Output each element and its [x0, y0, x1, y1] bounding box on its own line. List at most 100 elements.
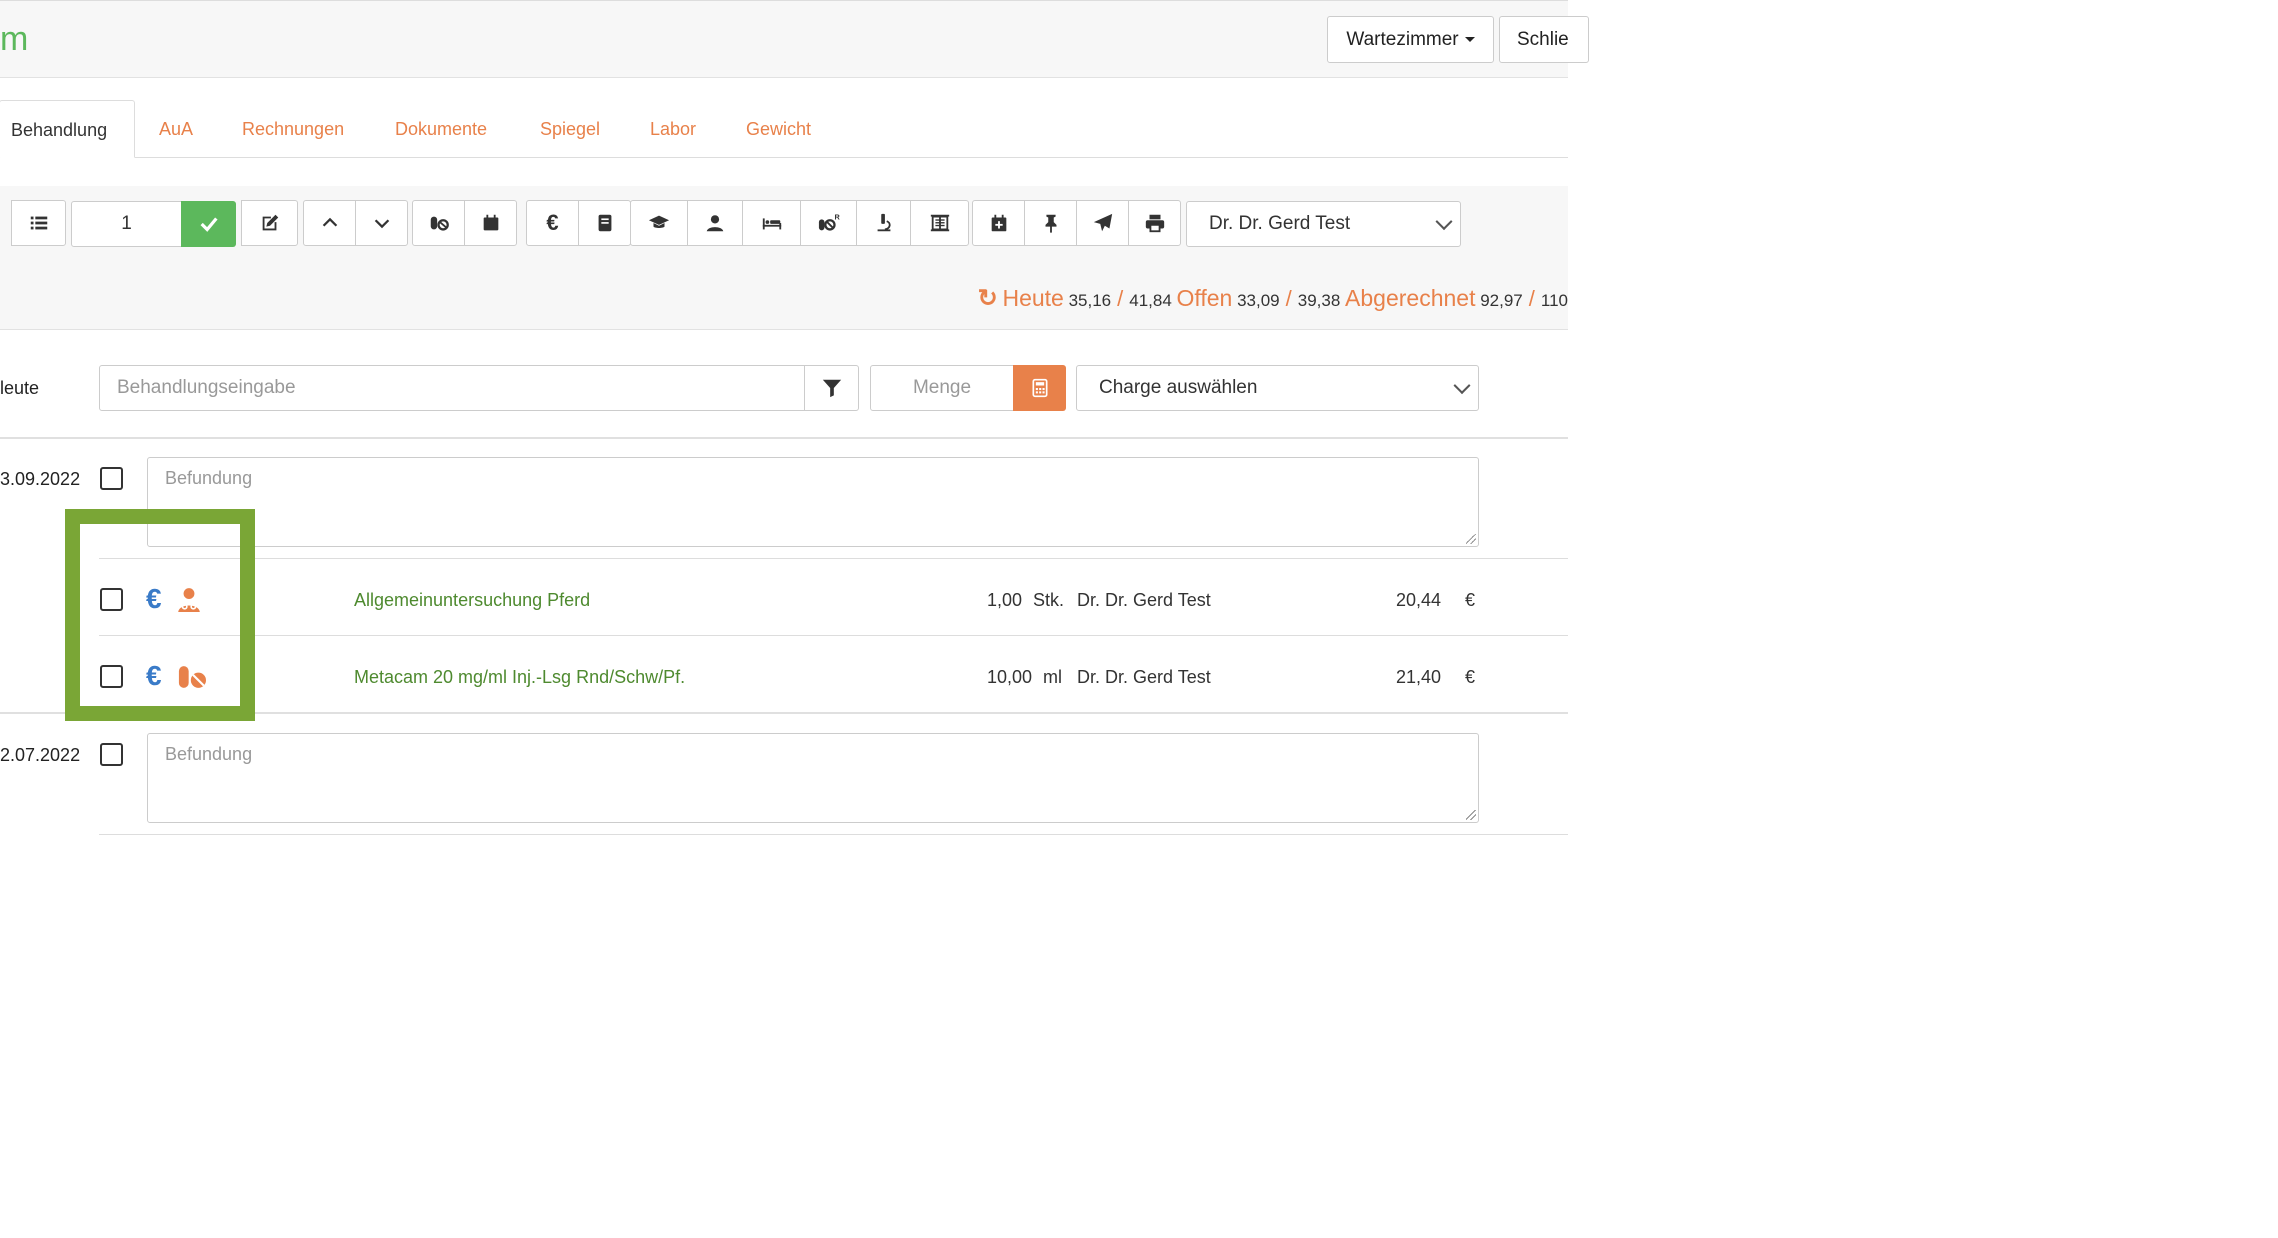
- book-icon: [598, 214, 611, 232]
- book-button[interactable]: [578, 200, 631, 246]
- toolbar-group-misc: R: [630, 200, 969, 248]
- calendar-plus-icon: [991, 214, 1006, 232]
- tab-labor[interactable]: Labor: [650, 100, 696, 158]
- toolbar-group-edit: [241, 200, 298, 248]
- doctor-select-value: Dr. Dr. Gerd Test: [1209, 213, 1351, 234]
- confirm-button[interactable]: [181, 201, 236, 247]
- tab-gewicht[interactable]: Gewicht: [746, 100, 811, 158]
- list-icon: [30, 216, 47, 230]
- charge-select-value: Charge auswählen: [1099, 377, 1258, 398]
- tab-spiegel[interactable]: Spiegel: [540, 100, 600, 158]
- prescription-button[interactable]: R: [800, 200, 857, 246]
- item-unit: ml: [1043, 667, 1062, 687]
- chevron-up-icon: [322, 217, 337, 227]
- tab-dokumente[interactable]: Dokumente: [395, 100, 487, 158]
- calendar-button[interactable]: [464, 200, 517, 246]
- quantity-input[interactable]: Menge: [870, 365, 1014, 411]
- record-date: 2.07.2022: [0, 745, 81, 765]
- record-checkbox[interactable]: [100, 743, 123, 766]
- print-button[interactable]: [1128, 200, 1181, 246]
- check-icon: [200, 217, 218, 232]
- divider: [99, 635, 1568, 636]
- microscope-icon: [877, 213, 891, 232]
- heute-value-a: 35,16: [1068, 291, 1112, 310]
- filter-icon: [822, 379, 841, 398]
- xray-button[interactable]: [910, 200, 969, 246]
- highlight-box: [65, 509, 255, 721]
- close-button-label: Schlie: [1517, 28, 1569, 50]
- svg-text:R: R: [834, 212, 840, 221]
- abgerechnet-value-b: 110: [1540, 291, 1568, 310]
- euro-button[interactable]: €: [526, 200, 579, 246]
- calendar-icon: [483, 214, 498, 231]
- divider: [0, 437, 1568, 439]
- inpatient-button[interactable]: [742, 200, 801, 246]
- abgerechnet-value-a: 92,97: [1480, 291, 1523, 310]
- stats-bar: ↻ Heute 35,16 / 41,84 Offen 33,09 / 39,38 Ab…: [978, 284, 1568, 313]
- paper-plane-icon: [1093, 213, 1112, 232]
- medication-button[interactable]: [412, 200, 465, 246]
- tab-behandlung[interactable]: Behandlung: [0, 100, 135, 158]
- record-checkbox[interactable]: [100, 467, 123, 490]
- record-date: 3.09.2022: [0, 469, 81, 489]
- item-quantity: 10,00: [987, 667, 1033, 687]
- thumbtack-icon: [1045, 214, 1056, 234]
- treatment-input[interactable]: Behandlungseingabe: [99, 365, 805, 411]
- entry-date-label: leute: [0, 378, 40, 398]
- wartezimmer-label: Wartezimmer: [1346, 28, 1459, 50]
- abgerechnet-label: Abgerechnet: [1345, 285, 1476, 311]
- toolbar-group-list: [11, 200, 66, 248]
- chevron-down-icon: [374, 219, 389, 229]
- doctor-select[interactable]: Dr. Dr. Gerd Test: [1186, 201, 1461, 247]
- edit-button[interactable]: [241, 200, 298, 246]
- resize-handle[interactable]: [1466, 534, 1476, 544]
- item-currency: €: [1465, 667, 1476, 687]
- item-quantity: 1,00: [987, 590, 1023, 610]
- refresh-icon[interactable]: ↻: [978, 285, 998, 312]
- euro-icon: €: [546, 210, 559, 235]
- divider: [99, 558, 1568, 559]
- print-icon: [1145, 214, 1164, 233]
- page-title: m: [0, 20, 29, 58]
- toolbar-group-billing: €: [526, 200, 631, 248]
- tab-bar: Behandlung AuA Rechnungen Dokumente Spie…: [0, 100, 1568, 158]
- wartezimmer-dropdown[interactable]: Wartezimmer: [1327, 16, 1494, 63]
- offen-value-b: 39,38: [1297, 291, 1341, 310]
- caret-down-icon: [1464, 37, 1475, 42]
- pin-button[interactable]: [1024, 200, 1077, 246]
- calculator-button[interactable]: [1013, 365, 1066, 411]
- separator: /: [1285, 286, 1292, 311]
- move-down-button[interactable]: [355, 200, 408, 246]
- bed-icon: [762, 218, 781, 230]
- toolbar-group-move: [303, 200, 408, 248]
- tab-rechnungen[interactable]: Rechnungen: [242, 100, 344, 158]
- divider: [99, 834, 1568, 835]
- tab-aua[interactable]: AuA: [159, 100, 193, 158]
- offen-value-a: 33,09: [1237, 291, 1280, 310]
- owner-button[interactable]: [687, 200, 743, 246]
- count-input[interactable]: 1: [71, 201, 182, 247]
- calculator-icon: [1032, 378, 1047, 398]
- heute-value-b: 41,84: [1129, 291, 1172, 310]
- pills-icon: [430, 216, 449, 231]
- add-appointment-button[interactable]: [972, 200, 1025, 246]
- send-button[interactable]: [1076, 200, 1129, 246]
- findings-placeholder: Befundung: [165, 744, 253, 764]
- charge-select[interactable]: Charge auswählen: [1076, 365, 1479, 411]
- close-button[interactable]: Schlie: [1499, 16, 1589, 63]
- item-name[interactable]: Metacam 20 mg/ml Inj.-Lsg Rnd/Schw/Pf.: [354, 667, 685, 688]
- user-icon: [706, 215, 724, 232]
- findings-textarea[interactable]: Befundung: [147, 733, 1479, 823]
- item-price: 20,44: [1395, 590, 1441, 610]
- offen-label: Offen: [1176, 285, 1233, 311]
- item-price: 21,40: [1395, 667, 1441, 687]
- move-up-button[interactable]: [303, 200, 356, 246]
- item-name[interactable]: Allgemeinuntersuchung Pferd: [354, 590, 590, 611]
- xray-icon: [930, 214, 949, 232]
- resize-handle[interactable]: [1466, 810, 1476, 820]
- list-button[interactable]: [11, 200, 66, 246]
- lab-button[interactable]: [856, 200, 911, 246]
- education-button[interactable]: [630, 200, 688, 246]
- findings-textarea[interactable]: Befundung: [147, 457, 1479, 547]
- filter-button[interactable]: [804, 365, 859, 411]
